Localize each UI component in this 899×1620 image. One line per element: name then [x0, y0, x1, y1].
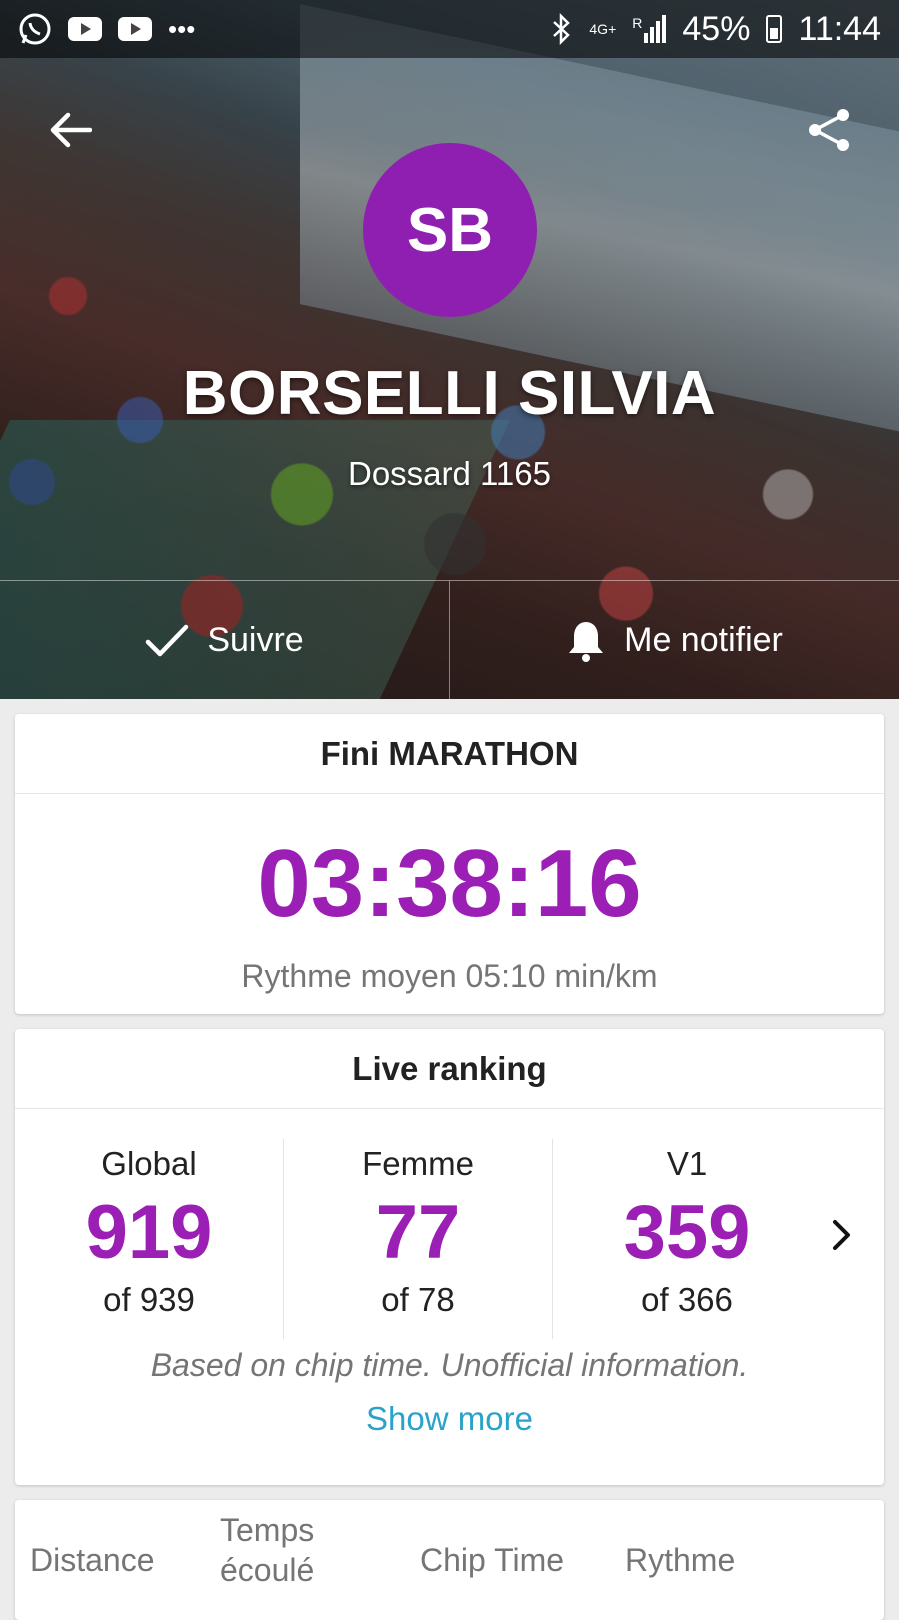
rank-value: 919	[85, 1190, 213, 1275]
bib-number: Dossard 1165	[347, 455, 551, 492]
ranking-card: Live ranking Global 919 of 939 Femme 77 …	[15, 1029, 884, 1485]
rank-gender: Femme 77 of 78	[283, 1139, 552, 1339]
splits-header: Distance Temps écoulé Chip Time Rythme	[15, 1500, 884, 1620]
rank-category: V1 359 of 366	[552, 1139, 821, 1339]
status-bar: ••• 4G+ R 45% 11:44	[0, 0, 899, 58]
action-row: Suivre Me notifier	[0, 580, 899, 700]
share-icon	[809, 109, 849, 151]
rank-label: Global	[101, 1145, 197, 1182]
check-icon	[146, 624, 189, 656]
signal-icon: R	[632, 15, 667, 43]
finish-time: 03:38:16	[257, 830, 642, 937]
rank-value: 77	[375, 1190, 461, 1275]
ranking-next-button[interactable]	[822, 1205, 862, 1265]
avatar: SB	[363, 143, 537, 317]
notify-button[interactable]: Me notifier	[449, 581, 899, 700]
bell-icon	[569, 621, 604, 662]
show-more-link[interactable]: Show more	[15, 1400, 884, 1438]
column-chip-time: Chip Time	[420, 1541, 565, 1578]
chevron-right-icon	[833, 1220, 850, 1250]
rank-total: of 366	[641, 1281, 733, 1318]
battery-icon	[766, 15, 783, 43]
share-button[interactable]	[803, 104, 855, 156]
rank-label: Femme	[362, 1145, 474, 1182]
ranking-row[interactable]: Global 919 of 939 Femme 77 of 78 V1 359 …	[15, 1139, 884, 1339]
rank-total: of 939	[103, 1281, 195, 1318]
back-button[interactable]	[44, 104, 96, 156]
finish-title: Fini MARATHON	[15, 714, 884, 794]
splits-card: Distance Temps écoulé Chip Time Rythme	[15, 1500, 884, 1620]
arrow-left-icon	[50, 112, 92, 148]
rank-total: of 78	[381, 1281, 455, 1318]
column-pace: Rythme	[625, 1541, 736, 1578]
network-type: 4G+	[589, 21, 617, 37]
youtube-icon	[118, 17, 152, 41]
whatsapp-icon	[18, 12, 52, 46]
rank-label: V1	[666, 1145, 708, 1182]
follow-button[interactable]: Suivre	[0, 581, 449, 700]
bluetooth-icon	[551, 13, 573, 45]
finish-card: Fini MARATHON 03:38:16 Rythme moyen 05:1…	[15, 714, 884, 1014]
athlete-name: BORSELLI SILVIA	[182, 359, 717, 428]
rank-global: Global 919 of 939	[15, 1139, 283, 1339]
more-notifications-icon: •••	[168, 13, 196, 44]
clock: 11:44	[798, 9, 881, 48]
youtube-icon	[68, 17, 102, 41]
follow-label: Suivre	[207, 621, 304, 659]
battery-percent: 45%	[682, 9, 751, 48]
ranking-disclaimer: Based on chip time. Unofficial informati…	[150, 1347, 749, 1383]
notify-label: Me notifier	[624, 621, 783, 659]
ranking-title: Live ranking	[15, 1029, 884, 1109]
column-elapsed: Temps écoulé	[220, 1512, 315, 1588]
column-distance: Distance	[30, 1541, 155, 1578]
average-pace: Rythme moyen 05:10 min/km	[241, 958, 658, 994]
rank-value: 359	[623, 1190, 751, 1275]
